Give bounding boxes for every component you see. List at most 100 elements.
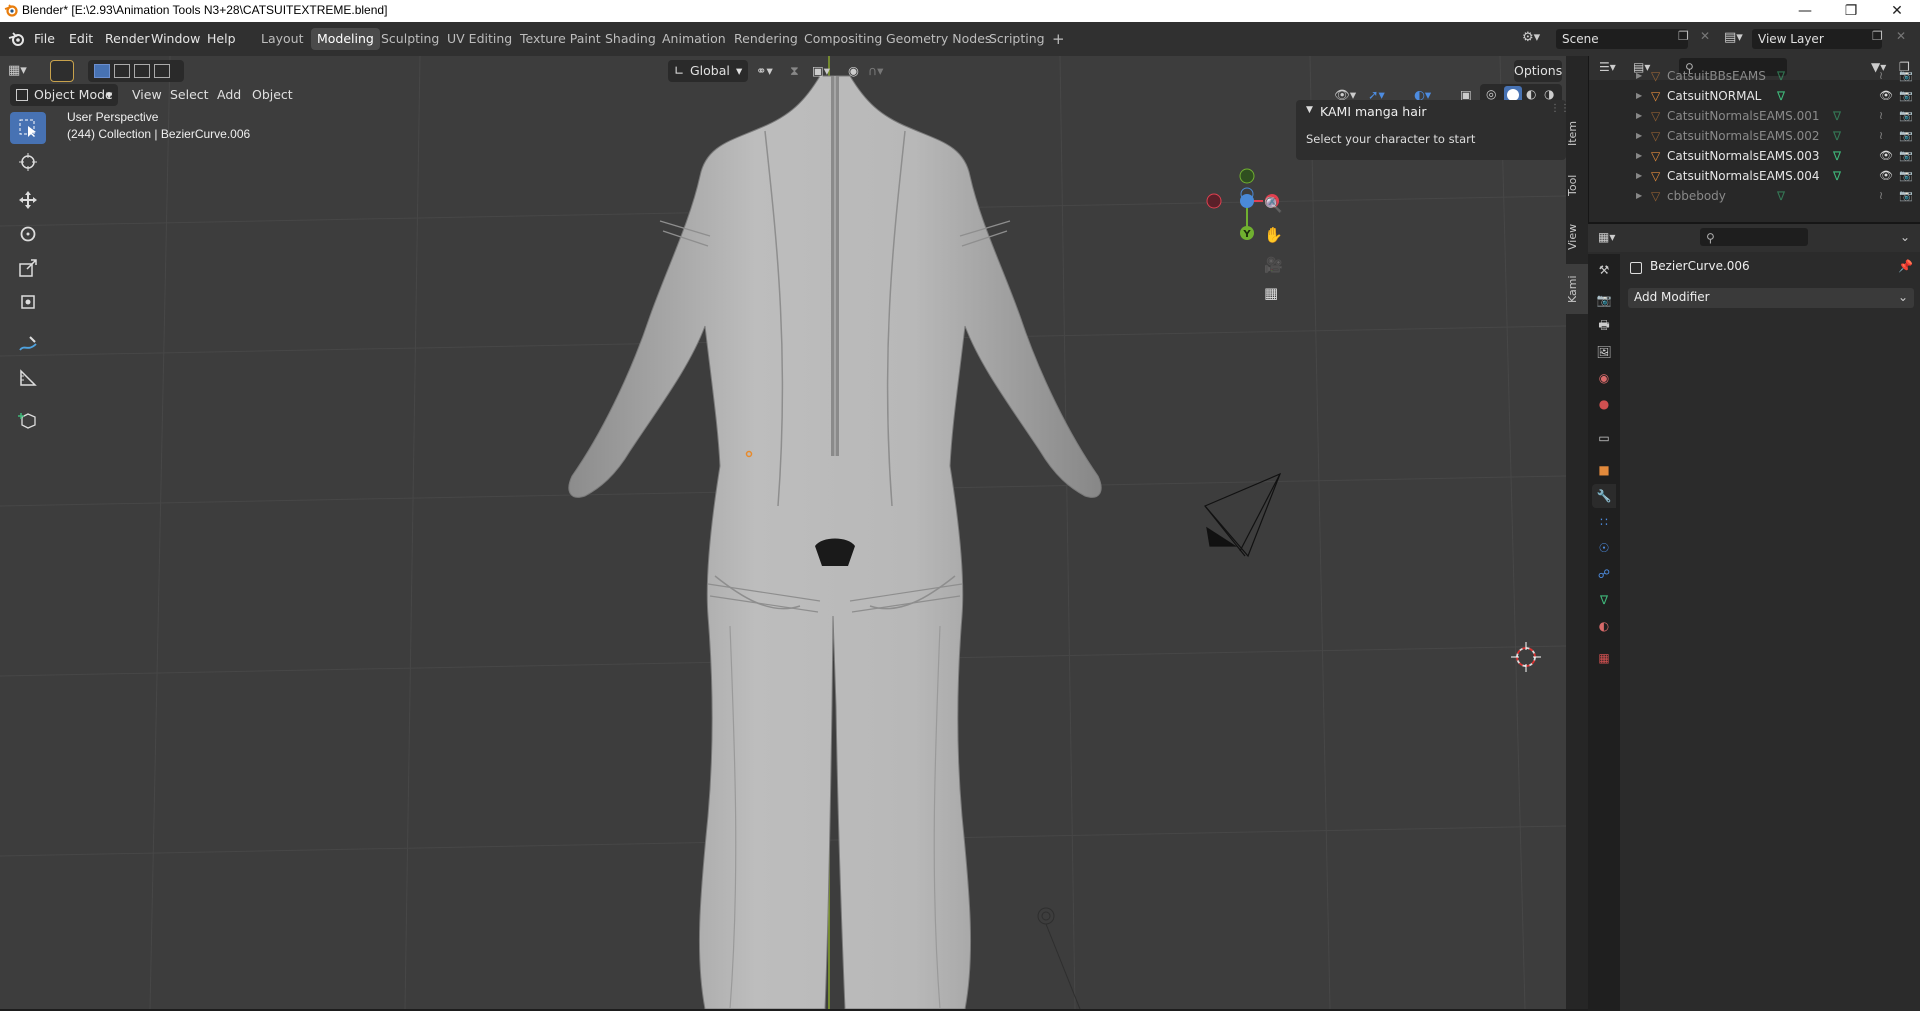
particles-properties-icon[interactable]: ∷ bbox=[1592, 510, 1616, 534]
minimize-icon[interactable]: — bbox=[1782, 0, 1828, 22]
tab-sculpting[interactable]: Sculpting bbox=[375, 28, 445, 50]
expand-arrow-icon[interactable]: ▶ bbox=[1636, 106, 1642, 126]
eye-icon[interactable]: 👁 bbox=[1879, 146, 1893, 166]
perspective-toggle-icon[interactable]: ▦ bbox=[1264, 284, 1278, 302]
menu-add[interactable]: Add bbox=[217, 84, 241, 106]
view-layer-properties-icon[interactable]: 🖼 bbox=[1592, 340, 1616, 364]
menu-view[interactable]: View bbox=[132, 84, 162, 106]
transform-orientation-dropdown[interactable]: ∟ Global ▾ bbox=[668, 60, 748, 82]
world-properties-icon[interactable]: ● bbox=[1592, 392, 1616, 416]
eye-closed-icon[interactable]: ≀ bbox=[1879, 66, 1883, 86]
transform-tool[interactable] bbox=[10, 286, 46, 318]
tab-compositing[interactable]: Compositing bbox=[798, 28, 888, 50]
expand-arrow-icon[interactable]: ▶ bbox=[1636, 66, 1642, 86]
outliner-row[interactable]: ▶ ▽ CatsuitNormalsEAMS.001 ∇ ≀ 📷 bbox=[1589, 106, 1920, 126]
pan-hand-icon[interactable]: ✋ bbox=[1264, 226, 1283, 244]
tab-kami[interactable]: Kami bbox=[1566, 264, 1588, 314]
outliner-item-name[interactable]: CatsuitNormalsEAMS.004 bbox=[1667, 166, 1819, 186]
wireframe-shading-icon[interactable]: ◎ bbox=[1486, 87, 1496, 101]
object-mode-dropdown[interactable]: Object Mode ▾ bbox=[10, 84, 118, 106]
select-intersect-icon[interactable] bbox=[154, 64, 170, 78]
character-mesh[interactable] bbox=[568, 75, 1102, 1009]
tab-layout[interactable]: Layout bbox=[255, 28, 310, 50]
move-tool[interactable] bbox=[10, 184, 46, 216]
camera-render-icon[interactable]: 📷 bbox=[1899, 106, 1913, 126]
tab-tool[interactable]: Tool bbox=[1566, 160, 1588, 210]
menu-select[interactable]: Select bbox=[170, 84, 209, 106]
camera-object[interactable] bbox=[1204, 472, 1282, 558]
tab-item[interactable]: Item bbox=[1566, 108, 1588, 158]
tab-scripting[interactable]: Scripting bbox=[983, 28, 1051, 50]
new-scene-icon[interactable]: ❐ bbox=[1678, 29, 1689, 43]
measure-tool[interactable] bbox=[10, 362, 46, 394]
outliner-row[interactable]: ▶ ▽ CatsuitNORMAL ∇ 👁 📷 bbox=[1589, 86, 1920, 106]
texture-properties-icon[interactable]: ▦ bbox=[1592, 646, 1616, 670]
annotate-tool[interactable] bbox=[10, 328, 46, 360]
blender-menu-icon[interactable] bbox=[8, 31, 26, 47]
select-subtract-icon[interactable] bbox=[134, 64, 150, 78]
menu-window[interactable]: Window bbox=[151, 22, 200, 56]
tab-rendering[interactable]: Rendering bbox=[728, 28, 804, 50]
chevron-down-icon[interactable]: ⌄ bbox=[1900, 230, 1910, 244]
rotate-tool[interactable] bbox=[10, 218, 46, 250]
add-cube-tool[interactable] bbox=[10, 404, 46, 436]
outliner-item-name[interactable]: CatsuitNormalsEAMS.001 bbox=[1667, 106, 1819, 126]
view-layer-field[interactable]: View Layer bbox=[1752, 29, 1882, 49]
camera-render-icon[interactable]: 📷 bbox=[1899, 126, 1913, 146]
properties-editor-type-icon[interactable]: ▦▾ bbox=[1598, 230, 1615, 244]
tab-uv-editing[interactable]: UV Editing bbox=[441, 28, 518, 50]
add-modifier-button[interactable]: Add Modifier ⌄ bbox=[1628, 288, 1914, 308]
physics-properties-icon[interactable]: ☉ bbox=[1592, 536, 1616, 560]
tab-view[interactable]: View bbox=[1566, 212, 1588, 262]
panel-collapse-icon[interactable]: ▼ bbox=[1306, 105, 1313, 115]
expand-arrow-icon[interactable]: ▶ bbox=[1636, 166, 1642, 186]
gizmo-neg-y-icon[interactable] bbox=[1239, 168, 1255, 184]
pivot-point-icon[interactable]: ⚭▾ bbox=[756, 60, 784, 82]
select-new-icon[interactable] bbox=[94, 64, 110, 78]
camera-render-icon[interactable]: 📷 bbox=[1899, 166, 1913, 186]
material-shading-icon[interactable]: ◐ bbox=[1526, 87, 1536, 101]
camera-view-icon[interactable]: 🎥 bbox=[1264, 256, 1283, 274]
select-extend-icon[interactable] bbox=[114, 64, 130, 78]
select-tool-icon[interactable] bbox=[50, 60, 74, 82]
gizmo-z-icon[interactable] bbox=[1240, 194, 1254, 208]
menu-render[interactable]: Render bbox=[105, 22, 150, 56]
menu-edit[interactable]: Edit bbox=[69, 22, 93, 56]
panel-title[interactable]: KAMI manga hair bbox=[1320, 104, 1427, 119]
add-workspace-icon[interactable]: + bbox=[1046, 28, 1071, 50]
scale-tool[interactable] bbox=[10, 252, 46, 284]
restore-icon[interactable]: ❐ bbox=[1828, 0, 1874, 22]
view-layer-selector-icon[interactable]: ▤▾ bbox=[1724, 30, 1743, 45]
menu-file[interactable]: File bbox=[34, 22, 55, 56]
expand-arrow-icon[interactable]: ▶ bbox=[1636, 186, 1642, 206]
gizmo-neg-x-icon[interactable] bbox=[1206, 193, 1222, 209]
snap-toggle-icon[interactable]: ⧗ bbox=[790, 60, 808, 82]
outliner-item-name[interactable]: CatsuitBBsEAMS bbox=[1667, 66, 1766, 86]
camera-render-icon[interactable]: 📷 bbox=[1899, 146, 1913, 166]
data-properties-icon[interactable]: ∇ bbox=[1592, 588, 1616, 612]
proportional-edit-icon[interactable]: ◉ bbox=[848, 60, 866, 82]
scene-properties-icon[interactable]: ◉ bbox=[1592, 366, 1616, 390]
camera-render-icon[interactable]: 📷 bbox=[1899, 186, 1913, 206]
outliner-row[interactable]: ▶ ▽ cbbebody ∇ ≀ 📷 bbox=[1589, 186, 1920, 206]
eye-closed-icon[interactable]: ≀ bbox=[1879, 126, 1883, 146]
tab-animation[interactable]: Animation bbox=[656, 28, 732, 50]
outliner-item-name[interactable]: CatsuitNormalsEAMS.002 bbox=[1667, 126, 1819, 146]
collection-properties-icon[interactable]: ▭ bbox=[1592, 426, 1616, 450]
tab-geometry-nodes[interactable]: Geometry Nodes bbox=[880, 28, 997, 50]
material-properties-icon[interactable]: ◐ bbox=[1592, 614, 1616, 638]
editor-type-icon[interactable]: ▦▾ bbox=[8, 60, 38, 82]
expand-arrow-icon[interactable]: ▶ bbox=[1636, 126, 1642, 146]
new-view-layer-icon[interactable]: ❐ bbox=[1872, 29, 1883, 43]
tab-modeling[interactable]: Modeling bbox=[311, 28, 380, 50]
cursor-tool[interactable] bbox=[10, 146, 46, 178]
object-properties-icon[interactable]: ■ bbox=[1592, 458, 1616, 482]
zoom-icon[interactable]: 🔍 bbox=[1264, 196, 1283, 214]
tab-shading[interactable]: Shading bbox=[599, 28, 662, 50]
eye-icon[interactable]: 👁 bbox=[1879, 166, 1893, 186]
falloff-icon[interactable]: ∩▾ bbox=[868, 60, 892, 82]
menu-object[interactable]: Object bbox=[252, 84, 293, 106]
3d-viewport[interactable]: ▦▾ Object Mode ▾ View Select Add Object … bbox=[0, 56, 1566, 1009]
outliner-row[interactable]: ▶ ▽ CatsuitNormalsEAMS.002 ∇ ≀ 📷 bbox=[1589, 126, 1920, 146]
options-button[interactable]: Options bbox=[1514, 60, 1562, 82]
